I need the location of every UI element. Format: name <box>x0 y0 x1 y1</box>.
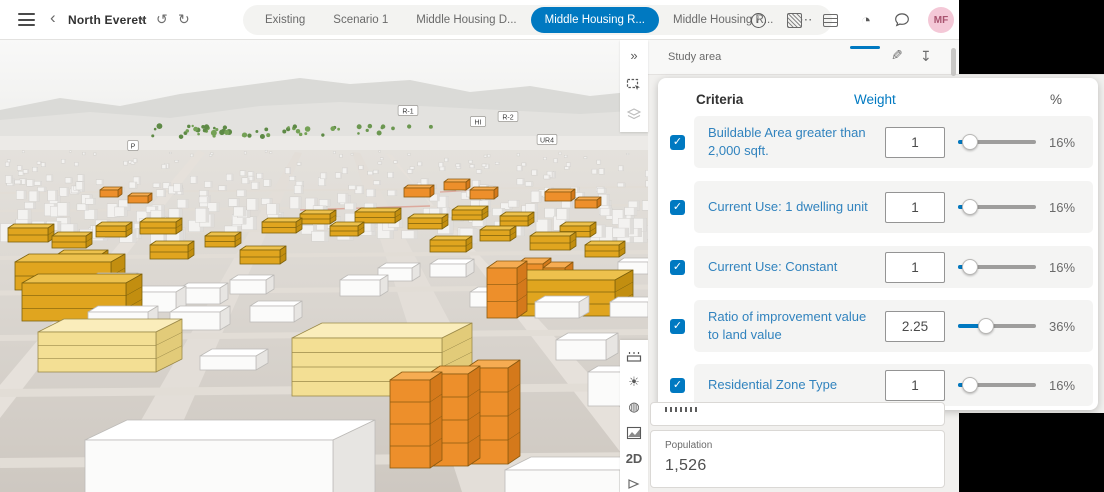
redaction-block-bottom-right <box>959 413 1104 492</box>
project-chevron-down-icon[interactable]: ⌄ <box>138 10 148 24</box>
topbar-icon-group: i ◔ MF <box>748 0 954 40</box>
percent-value: 16% <box>1049 200 1093 215</box>
population-card: Population 1,526 <box>650 430 945 488</box>
percent-value: 16% <box>1049 260 1093 275</box>
criteria-row: ✓ Current Use: Constant 16% <box>658 246 1098 288</box>
weight-slider[interactable] <box>958 377 1036 393</box>
percent-column-header: % <box>1050 92 1062 107</box>
download-icon[interactable]: ↧ <box>920 48 932 65</box>
weight-input[interactable] <box>885 311 945 342</box>
weight-input[interactable] <box>885 127 945 158</box>
app-window: ‹ North Everett ⌄ ↺ ↻ Existing Scenario … <box>0 0 1104 492</box>
criteria-checkbox[interactable]: ✓ <box>670 319 685 334</box>
undo-icon[interactable]: ↺ <box>156 11 168 28</box>
svg-text:HI: HI <box>475 120 482 127</box>
weight-input[interactable] <box>885 252 945 283</box>
criteria-label: Current Use: Constant <box>694 258 885 276</box>
weather-icon[interactable]: ◍ <box>624 399 644 416</box>
layers-icon[interactable] <box>624 104 644 123</box>
project-name[interactable]: North Everett <box>68 13 147 27</box>
criteria-label: Residential Zone Type <box>694 376 885 394</box>
criteria-checkbox[interactable]: ✓ <box>670 378 685 393</box>
charts-active-underline <box>850 46 880 49</box>
measure-icon[interactable] <box>624 348 644 365</box>
tab-middle-housing-d[interactable]: Middle Housing D... <box>402 7 530 33</box>
criteria-row: ✓ Current Use: 1 dwelling unit 16% <box>658 181 1098 233</box>
daylight-icon[interactable]: ☀ <box>624 374 644 391</box>
tab-middle-housing-r-selected[interactable]: Middle Housing R... <box>531 7 659 33</box>
truncated-metric-card <box>650 402 945 426</box>
weight-column-header[interactable]: Weight <box>854 92 896 107</box>
panel-scrollbar-thumb[interactable] <box>951 48 956 76</box>
map-3d-view[interactable]: P R-1 HI R-2 UR4 <box>0 40 648 492</box>
criteria-label: Buildable Area greater than 2,000 sqft. <box>694 124 885 160</box>
weight-input[interactable] <box>885 192 945 223</box>
weight-slider[interactable] <box>958 318 1036 334</box>
select-features-icon[interactable] <box>624 75 644 94</box>
hamburger-menu-icon[interactable] <box>18 13 35 27</box>
edit-pencil-icon[interactable]: ✎ <box>891 47 903 64</box>
pattern-fill-icon[interactable] <box>784 10 804 30</box>
percent-value: 16% <box>1049 378 1093 393</box>
map-toolbar-top: » <box>620 40 648 132</box>
population-value: 1,526 <box>665 457 707 475</box>
criteria-label: Ratio of improvement value to land value <box>694 308 885 344</box>
redaction-block-top-right <box>959 0 1104 74</box>
percent-value: 36% <box>1049 319 1093 334</box>
tab-scenario-1[interactable]: Scenario 1 <box>319 7 402 33</box>
criteria-checkbox[interactable]: ✓ <box>670 200 685 215</box>
criteria-checkbox[interactable]: ✓ <box>670 260 685 275</box>
criteria-column-header: Criteria <box>696 92 743 107</box>
charts-icon[interactable]: ◔ <box>856 10 876 30</box>
weight-slider[interactable] <box>958 259 1036 275</box>
criteria-label: Current Use: 1 dwelling unit <box>694 198 885 216</box>
criteria-checkbox[interactable]: ✓ <box>670 135 685 150</box>
map-toolbar-bottom: ☀ ◍ 2D <box>620 340 648 492</box>
elevation-profile-icon[interactable] <box>624 425 644 442</box>
top-bar: ‹ North Everett ⌄ ↺ ↻ Existing Scenario … <box>0 0 1104 40</box>
svg-text:UR4: UR4 <box>540 138 554 145</box>
expand-panel-icon[interactable]: » <box>624 46 644 65</box>
criteria-card: Criteria Weight % ✓ Buildable Area great… <box>658 78 1098 410</box>
svg-text:R-1: R-1 <box>402 109 413 116</box>
svg-text:P: P <box>131 144 136 151</box>
svg-text:R-2: R-2 <box>502 115 513 122</box>
view-2d-button[interactable]: 2D <box>624 450 644 467</box>
weight-input[interactable] <box>885 370 945 401</box>
scenario-tabs: Existing Scenario 1 Middle Housing D... … <box>243 5 832 35</box>
weight-slider[interactable] <box>958 134 1036 150</box>
panel-title: Study area <box>668 51 721 63</box>
redo-icon[interactable]: ↻ <box>178 11 190 28</box>
data-tables-icon[interactable] <box>820 10 840 30</box>
back-chevron-icon[interactable]: ‹ <box>50 8 56 28</box>
percent-value: 16% <box>1049 135 1093 150</box>
info-icon[interactable]: i <box>748 10 768 30</box>
user-avatar[interactable]: MF <box>928 7 954 33</box>
comments-icon[interactable] <box>892 10 912 30</box>
population-label: Population <box>665 440 712 451</box>
criteria-row: ✓ Residential Zone Type 16% <box>658 364 1098 406</box>
clipped-label <box>665 407 699 412</box>
criteria-row: ✓ Buildable Area greater than 2,000 sqft… <box>658 116 1098 168</box>
pointer-icon[interactable] <box>624 476 644 492</box>
weight-slider[interactable] <box>958 199 1036 215</box>
criteria-row: ✓ Ratio of improvement value to land val… <box>658 300 1098 352</box>
tab-existing[interactable]: Existing <box>251 7 319 33</box>
